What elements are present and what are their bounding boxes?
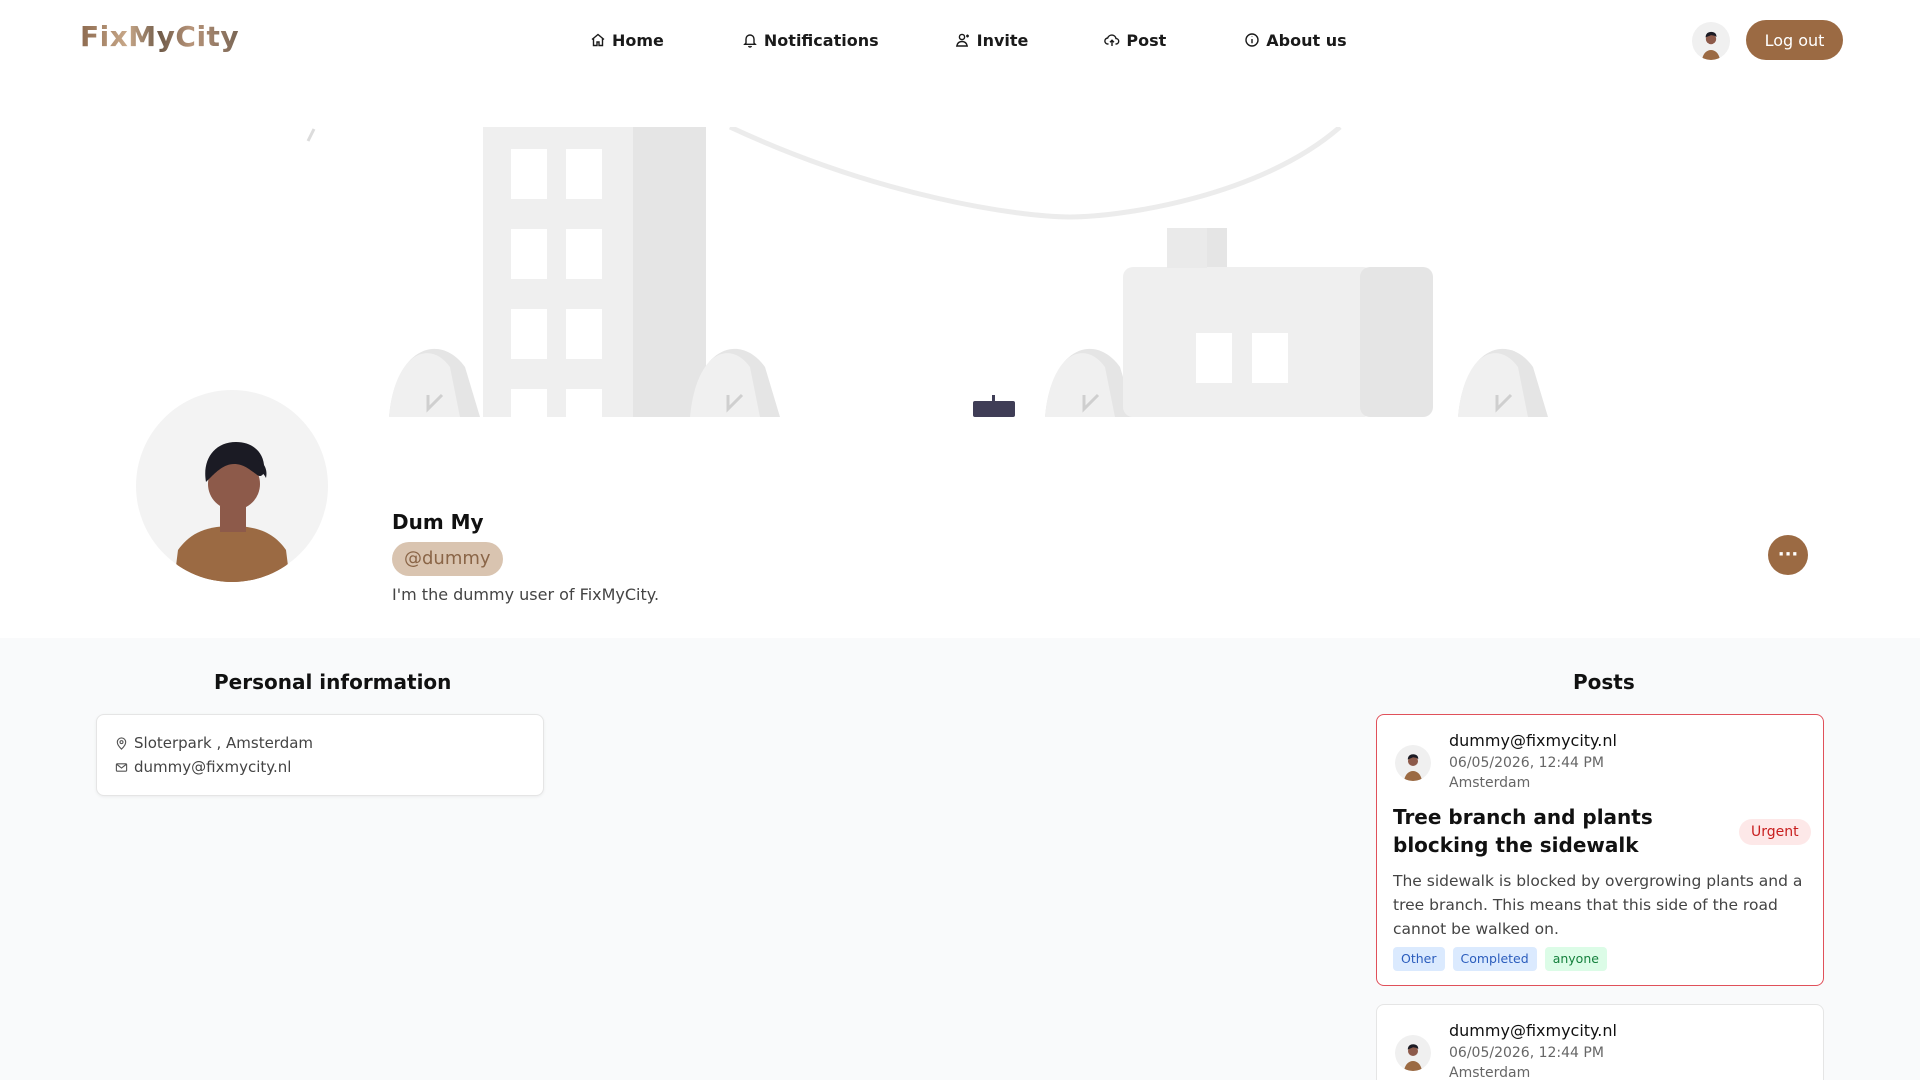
app-logo[interactable]: FixMyCity: [80, 20, 239, 53]
nav-invite-label: Invite: [976, 30, 1029, 50]
bell-icon: [743, 34, 757, 48]
profile-avatar-image: [174, 442, 290, 582]
home-icon: [591, 33, 605, 47]
mail-icon: [115, 762, 128, 772]
cloud-upload-icon: [1104, 34, 1120, 46]
profile-name: Dum My: [392, 510, 484, 534]
post-date: 06/05/2026, 12:44 PM: [1449, 1045, 1604, 1061]
posts-title: Posts: [1573, 670, 1635, 694]
user-plus-icon: [955, 33, 969, 47]
logout-button[interactable]: Log out: [1746, 20, 1843, 60]
nav-home[interactable]: Home: [590, 31, 664, 50]
post-author-avatar: [1395, 1035, 1431, 1071]
post-date: 06/05/2026, 12:44 PM: [1449, 755, 1604, 771]
more-options-button[interactable]: ···: [1768, 535, 1808, 575]
post-tags: Other Completed anyone: [1393, 947, 1607, 971]
profile-details-section: Personal information Posts Sloterpark , …: [0, 638, 1920, 1080]
info-icon: [1245, 33, 1259, 47]
nav-about-us-label: About us: [1266, 30, 1347, 50]
email-text: dummy@fixmycity.nl: [134, 758, 292, 776]
location-row: Sloterpark , Amsterdam: [115, 734, 313, 752]
post-card[interactable]: dummy@fixmycity.nl 06/05/2026, 12:44 PM …: [1376, 1004, 1824, 1080]
post-author: dummy@fixmycity.nl: [1449, 1021, 1617, 1040]
nav-post[interactable]: Post: [1104, 31, 1166, 50]
tag-category: Other: [1393, 947, 1445, 971]
location-text: Sloterpark , Amsterdam: [134, 734, 314, 752]
nav-invite[interactable]: Invite: [955, 30, 1029, 50]
profile-bio: I'm the dummy user of FixMyCity.: [392, 585, 660, 604]
profile-handle: @dummy: [392, 542, 503, 576]
post-title[interactable]: Tree branch and plants blocking the side…: [1393, 803, 1733, 859]
nav-home-label: Home: [612, 30, 664, 50]
tag-status: Completed: [1452, 947, 1537, 971]
post-location: Amsterdam: [1449, 1065, 1531, 1080]
nav-notifications-label: Notifications: [763, 30, 879, 50]
nav-post-label: Post: [1126, 30, 1167, 50]
main-nav: Home Notifications Invite Post About us: [590, 26, 1347, 54]
top-navbar: FixMyCity Home Notifications Invite Post…: [0, 0, 1920, 80]
personal-info-title: Personal information: [214, 670, 452, 694]
post-location: Amsterdam: [1449, 775, 1531, 791]
city-banner-illustration: [306, 127, 1548, 417]
post-author-avatar-image: [1404, 1044, 1422, 1071]
urgent-badge: Urgent: [1739, 819, 1811, 845]
nav-notifications[interactable]: Notifications: [742, 31, 879, 50]
profile-avatar: [136, 390, 328, 582]
post-author-avatar-image: [1404, 754, 1422, 781]
user-avatar[interactable]: [1692, 22, 1730, 60]
post-author-avatar: [1395, 745, 1431, 781]
map-pin-icon: [116, 736, 127, 750]
post-author: dummy@fixmycity.nl: [1449, 731, 1617, 750]
personal-info-card: Sloterpark , Amsterdam dummy@fixmycity.n…: [96, 714, 544, 796]
post-card[interactable]: dummy@fixmycity.nl 06/05/2026, 12:44 PM …: [1376, 714, 1824, 986]
tag-visibility: anyone: [1544, 947, 1607, 971]
email-row: dummy@fixmycity.nl: [115, 758, 291, 776]
nav-about-us[interactable]: About us: [1244, 30, 1347, 50]
post-description: The sidewalk is blocked by overgrowing p…: [1393, 872, 1803, 938]
user-avatar-image: [1702, 31, 1720, 60]
